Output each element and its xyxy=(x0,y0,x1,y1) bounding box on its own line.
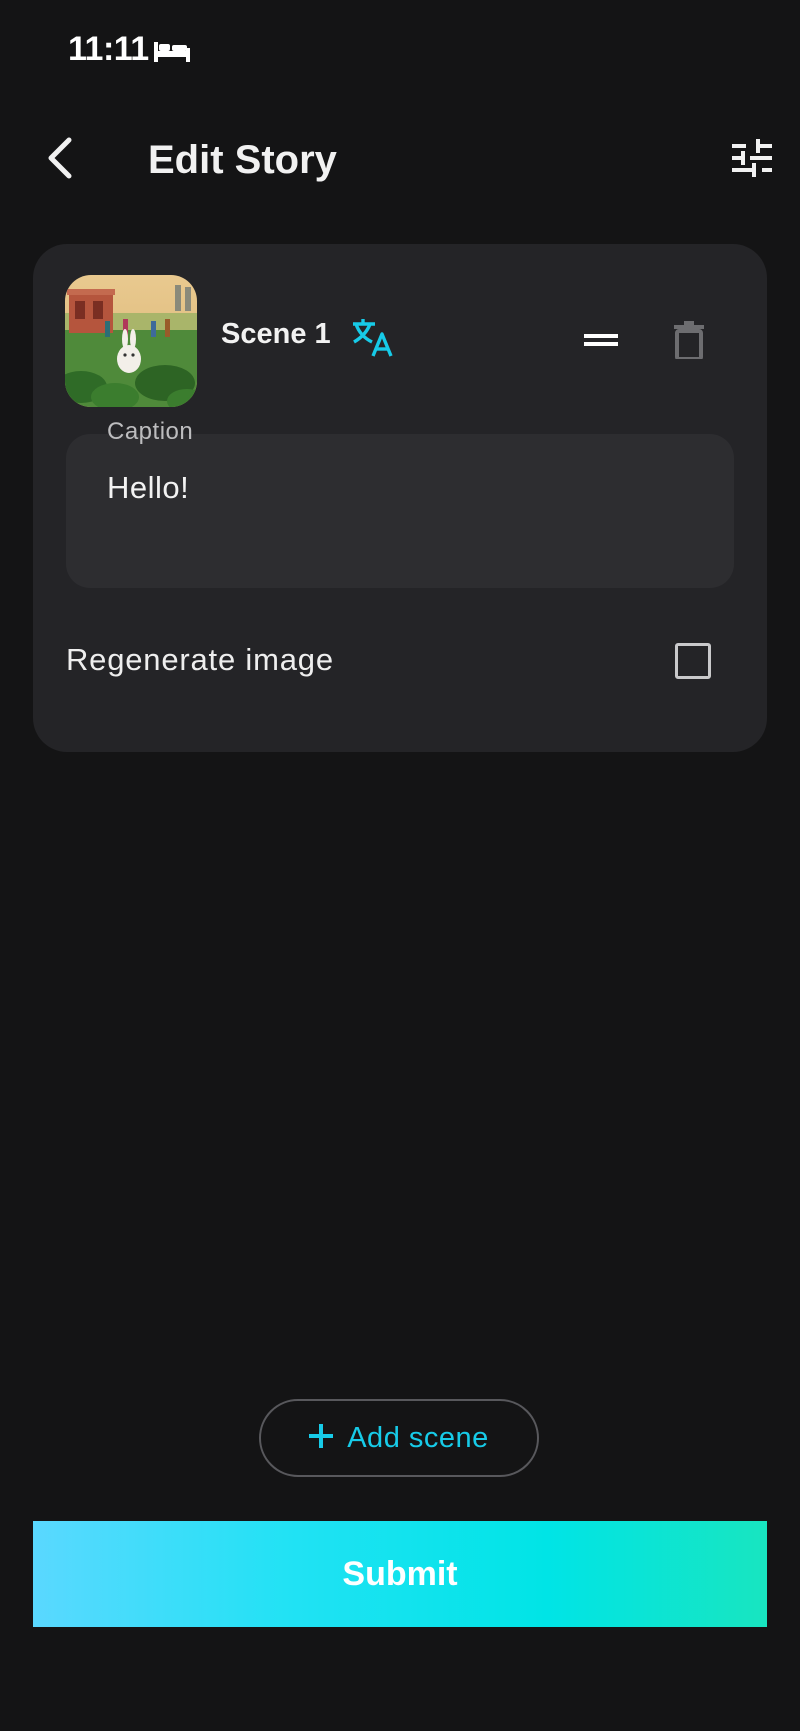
plus-icon xyxy=(309,1423,334,1453)
caption-input-value[interactable]: Hello! xyxy=(107,470,189,506)
page-title: Edit Story xyxy=(148,138,337,182)
status-bar: 11:11 xyxy=(0,0,800,100)
drag-handle[interactable] xyxy=(573,322,629,362)
sliders-icon xyxy=(732,138,772,182)
drag-handle-icon xyxy=(584,331,618,354)
scene-card: Scene 1 Caption Hello! Regenerate image xyxy=(33,244,767,752)
add-scene-label: Add scene xyxy=(347,1421,489,1454)
scene-thumbnail[interactable] xyxy=(65,275,197,407)
regenerate-image-checkbox[interactable] xyxy=(675,643,711,679)
delete-scene-button[interactable] xyxy=(661,316,717,368)
translate-icon xyxy=(351,319,393,362)
bed-icon xyxy=(154,38,190,67)
caption-label: Caption xyxy=(107,418,194,445)
submit-button[interactable]: Submit xyxy=(33,1521,767,1627)
status-time: 11:11 xyxy=(68,30,149,68)
regenerate-image-label: Regenerate image xyxy=(66,642,334,677)
app-header: Edit Story xyxy=(0,100,800,210)
chevron-left-icon xyxy=(45,136,75,185)
add-scene-button[interactable]: Add scene xyxy=(259,1399,539,1477)
caption-field[interactable] xyxy=(66,434,734,588)
submit-label: Submit xyxy=(342,1554,458,1593)
settings-button[interactable] xyxy=(724,132,780,188)
scene-title: Scene 1 xyxy=(221,318,331,350)
trash-icon xyxy=(674,320,704,364)
back-button[interactable] xyxy=(36,130,84,190)
translate-button[interactable] xyxy=(351,318,399,366)
